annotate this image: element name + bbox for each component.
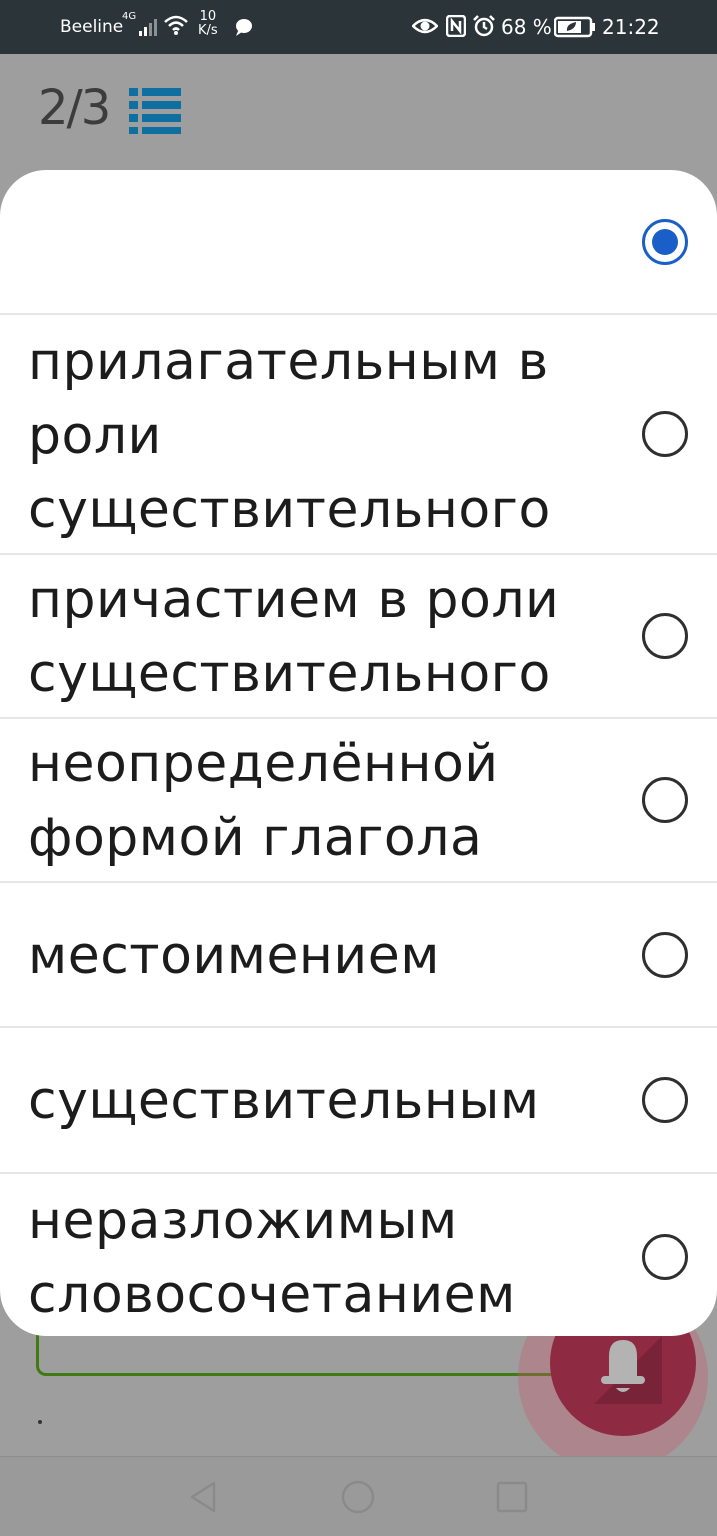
alarm-icon — [473, 15, 495, 37]
option-item[interactable]: местоимением — [0, 883, 717, 1028]
clock: 21:22 — [602, 15, 660, 39]
radio-button[interactable] — [642, 411, 688, 457]
home-icon[interactable] — [340, 1479, 376, 1515]
question-counter: 2/3 — [38, 80, 111, 136]
radio-button[interactable] — [642, 219, 688, 265]
back-icon[interactable] — [186, 1479, 222, 1515]
navigation-bar — [0, 1456, 717, 1536]
network-type: 4G — [122, 11, 137, 22]
option-label: причастием в роли существительного — [28, 570, 560, 704]
wifi-icon — [164, 15, 188, 35]
option-item[interactable]: причастием в роли существительного — [0, 555, 717, 719]
speed-value: 10 — [199, 9, 217, 24]
chat-bubble-icon — [236, 19, 252, 36]
option-label: прилагательным в роли существительного — [28, 332, 551, 540]
option-item[interactable]: неопределённой формой глагола — [0, 719, 717, 883]
radio-button[interactable] — [642, 932, 688, 978]
option-item[interactable] — [0, 170, 717, 315]
option-item[interactable]: прилагательным в роли существительного — [0, 315, 717, 555]
option-label: неразложимым словосочетанием — [28, 1191, 516, 1325]
status-bar: Beeline 4G 10 K/s 68 % 21:22 — [0, 0, 717, 54]
carrier-name: Beeline — [60, 17, 124, 37]
radio-button[interactable] — [642, 777, 688, 823]
option-item[interactable]: неразложимым словосочетанием — [0, 1174, 717, 1336]
nfc-icon — [446, 15, 466, 37]
options-dialog: прилагательным в роли существительного п… — [0, 170, 717, 1336]
recent-apps-icon[interactable] — [494, 1479, 530, 1515]
speed-unit: K/s — [198, 23, 218, 38]
battery-percentage: 68 % — [501, 15, 552, 39]
network-speed: 10 K/s — [198, 10, 218, 38]
radio-button[interactable] — [642, 1234, 688, 1280]
list-icon[interactable] — [129, 86, 181, 134]
option-item[interactable]: существительным — [0, 1028, 717, 1174]
option-label: местоимением — [28, 926, 440, 986]
bell-icon — [594, 1336, 662, 1404]
eye-icon — [412, 18, 438, 34]
radio-button[interactable] — [642, 613, 688, 659]
radio-button[interactable] — [642, 1077, 688, 1123]
battery-icon — [554, 16, 595, 38]
background-dot — [38, 1420, 42, 1424]
signal-icon — [139, 19, 157, 36]
option-label: существительным — [28, 1071, 540, 1131]
option-label: неопределённой формой глагола — [28, 734, 499, 868]
